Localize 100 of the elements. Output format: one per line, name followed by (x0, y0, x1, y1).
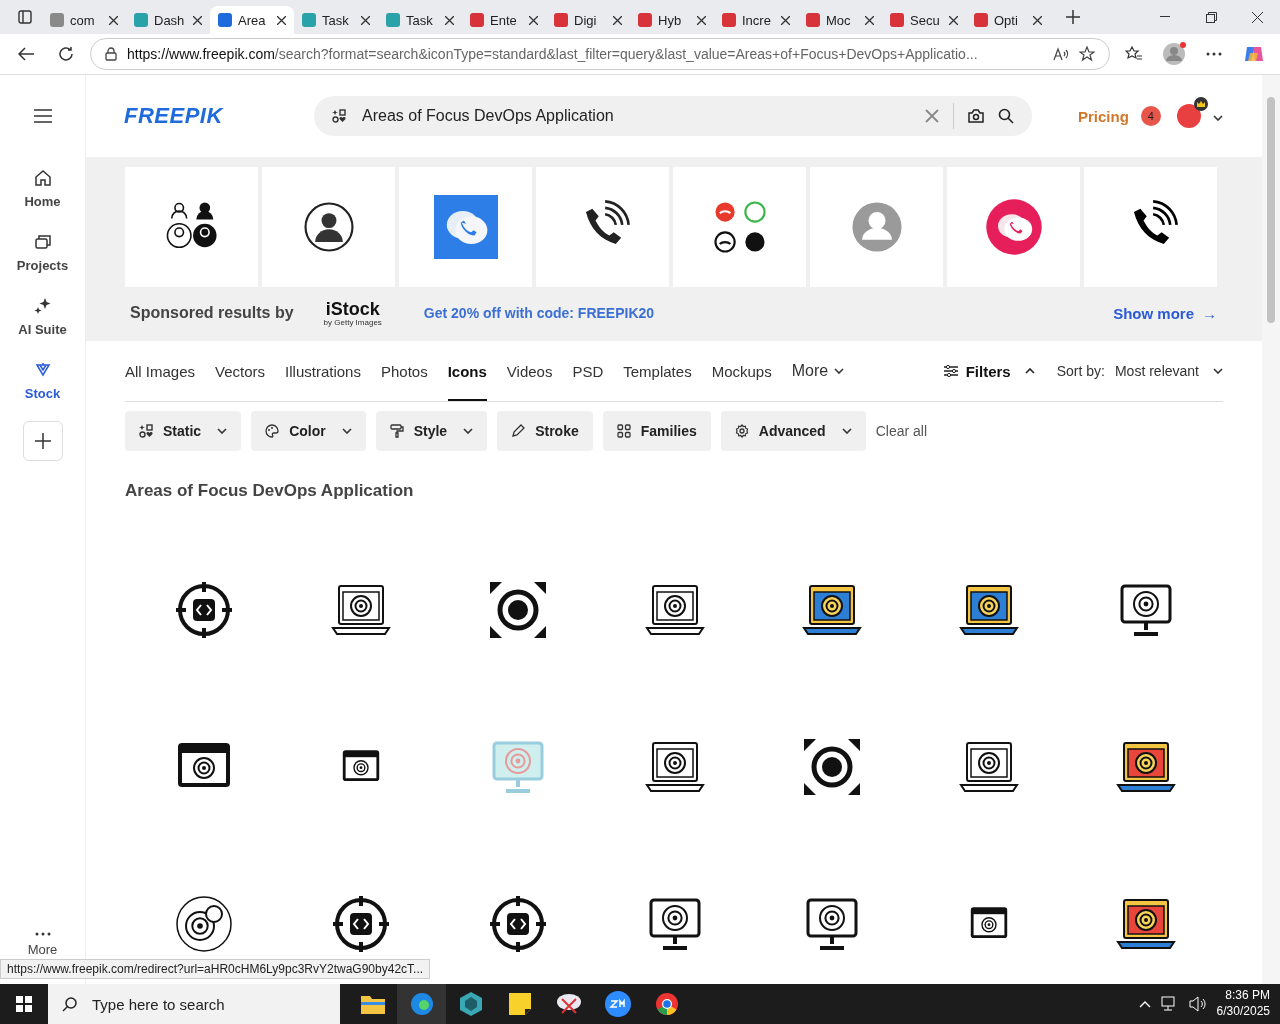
category-tab[interactable]: All Images (125, 341, 196, 401)
camera-icon[interactable] (968, 109, 984, 123)
istock-logo[interactable]: iStock by Getty Images (323, 299, 382, 327)
filter-chip[interactable]: Style (375, 411, 488, 451)
close-tab-icon[interactable] (277, 15, 286, 25)
clear-icon[interactable] (925, 109, 939, 123)
browser-tab[interactable]: com (42, 6, 126, 34)
back-icon[interactable] (18, 47, 34, 61)
refresh-icon[interactable] (58, 46, 74, 62)
filter-chip[interactable]: Stroke (497, 411, 593, 451)
taskbar-search-bar[interactable]: Type here to search (48, 984, 340, 1024)
show-more-link[interactable]: Show more → (1113, 304, 1217, 322)
zoom-app-icon[interactable] (604, 991, 631, 1017)
profile-icon[interactable] (1162, 42, 1186, 66)
filter-chip[interactable]: Families (602, 411, 711, 451)
close-tab-icon[interactable] (529, 15, 538, 25)
sponsored-thumbnail[interactable] (262, 167, 395, 287)
close-tab-icon[interactable] (865, 15, 874, 25)
search-bar[interactable]: Areas of Focus DevOps Application (314, 96, 1032, 136)
add-button[interactable] (22, 421, 63, 461)
crown-icon (1193, 97, 1208, 111)
tab-actions-icon[interactable] (18, 10, 32, 24)
close-tab-icon[interactable] (949, 15, 958, 25)
sticky-note-icon[interactable] (508, 993, 531, 1015)
taskbar-search-input[interactable]: Type here to search (90, 994, 294, 1014)
sidebar-item[interactable]: Home (24, 157, 61, 221)
chevron-up-icon[interactable] (1138, 1000, 1151, 1008)
browser-tab[interactable]: Dash (126, 6, 210, 34)
close-tab-icon[interactable] (361, 15, 370, 25)
freepik-logo[interactable]: FREEPIK (124, 103, 314, 129)
sidebar-item[interactable]: AI Suite (18, 285, 67, 349)
hexagon-app-icon[interactable] (459, 992, 482, 1016)
clock-time[interactable]: 8:36 PM (1225, 988, 1270, 1004)
filter-chip[interactable]: Color (251, 411, 366, 451)
filter-chip[interactable]: Static (125, 411, 242, 451)
category-tab[interactable]: Templates (623, 341, 692, 401)
browser-tab[interactable]: Ente (462, 6, 546, 34)
scrollbar[interactable] (1262, 75, 1280, 985)
search-input[interactable]: Areas of Focus DevOps Application (360, 106, 911, 126)
browser-tab[interactable]: Incre (714, 6, 798, 34)
browser-tab[interactable]: Area (210, 6, 294, 34)
chrome-icon[interactable] (654, 992, 679, 1016)
star-icon[interactable] (1079, 46, 1095, 62)
folder-icon[interactable] (360, 994, 385, 1014)
close-tab-icon[interactable] (613, 15, 622, 25)
sponsored-thumbnail[interactable] (947, 167, 1080, 287)
category-tab[interactable]: Photos (380, 341, 428, 401)
more-menu[interactable]: More (27, 932, 58, 957)
close-tab-icon[interactable] (193, 15, 202, 25)
crosshair-code-icon[interactable] (330, 893, 391, 954)
minimize-icon[interactable] (1160, 16, 1170, 18)
clock-date[interactable]: 6/30/2025 (1216, 1004, 1270, 1020)
close-tab-icon[interactable] (697, 15, 706, 25)
category-tab[interactable]: Mockups (711, 341, 772, 401)
sponsored-thumbnail[interactable] (810, 167, 943, 287)
sponsored-thumbnail[interactable] (1084, 167, 1217, 287)
search-icon[interactable] (998, 108, 1014, 124)
read-aloud-icon[interactable] (1053, 47, 1069, 61)
crosshair-code-icon[interactable] (173, 579, 234, 640)
windows-start-icon[interactable] (16, 996, 32, 1012)
category-tab[interactable]: Videos (506, 341, 553, 401)
category-tab[interactable]: PSD (572, 341, 604, 401)
category-tab[interactable]: More (791, 341, 845, 401)
sponsored-thumbnail[interactable] (536, 167, 669, 287)
stock-icon (33, 361, 52, 379)
close-tab-icon[interactable] (109, 15, 118, 25)
favorites-icon[interactable] (1125, 46, 1143, 62)
category-tab[interactable]: Icons (447, 341, 487, 401)
speaker-icon[interactable] (1188, 996, 1207, 1012)
favicon-icon (890, 13, 904, 27)
category-tab[interactable]: Vectors (215, 341, 266, 401)
sidebar-item[interactable]: Stock (24, 349, 61, 413)
sponsored-thumbnail[interactable] (125, 167, 258, 287)
browser-tab[interactable]: Task (378, 6, 462, 34)
browser-tab[interactable]: Task (294, 6, 378, 34)
close-icon[interactable] (1251, 11, 1263, 23)
crosshair-code-icon[interactable] (487, 893, 548, 954)
browser-tab[interactable]: Hyb (630, 6, 714, 34)
sidebar-item[interactable]: Projects (16, 221, 69, 285)
menu-icon[interactable] (33, 109, 52, 123)
category-tab[interactable]: Illustrations (285, 341, 361, 401)
sponsored-thumbnail[interactable] (399, 167, 532, 287)
close-tab-icon[interactable] (445, 15, 454, 25)
sponsored-thumbnail[interactable] (673, 167, 806, 287)
restore-icon[interactable] (1205, 11, 1217, 23)
chevron-icon (1024, 368, 1035, 374)
filter-chip[interactable]: Advanced (720, 411, 866, 451)
filters-button[interactable]: Filters (943, 362, 1035, 380)
sort-dropdown[interactable]: Most relevant (1114, 363, 1223, 379)
browser-tab[interactable]: Digi (546, 6, 630, 34)
browser-tab[interactable]: Secu (882, 6, 966, 34)
clear-all-link[interactable]: Clear all (875, 423, 928, 439)
close-tab-icon[interactable] (1033, 15, 1042, 25)
browser-tab[interactable]: Opti (966, 6, 1050, 34)
more-options-icon[interactable] (1206, 52, 1222, 56)
new-tab-icon[interactable] (1065, 9, 1081, 25)
browser-tab[interactable]: Moc (798, 6, 882, 34)
notification-badge[interactable]: 4 (1140, 106, 1161, 126)
avatar-button[interactable] (1176, 104, 1201, 128)
close-tab-icon[interactable] (781, 15, 790, 25)
